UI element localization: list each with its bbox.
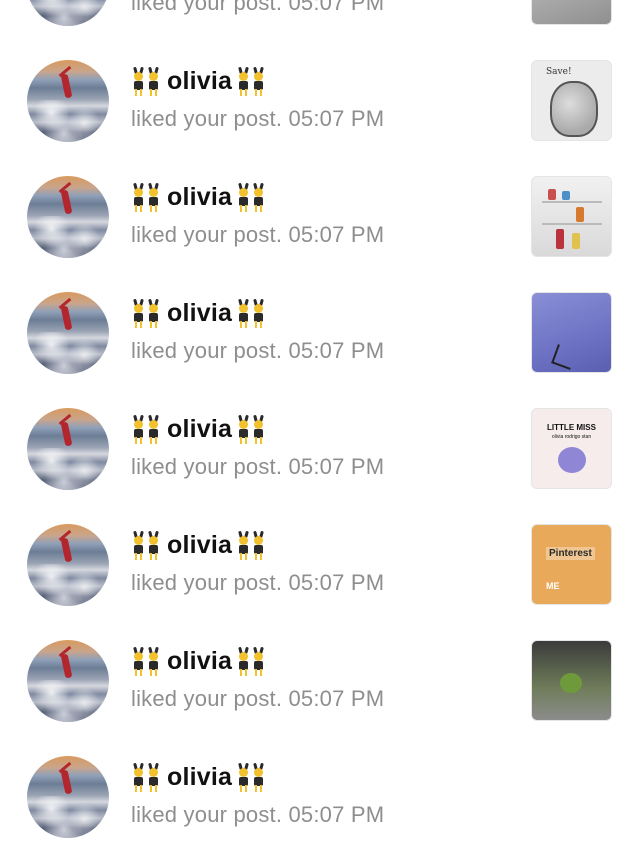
avatar[interactable] <box>27 292 109 374</box>
activity-text: liked your post. 05:07 PM <box>131 338 385 363</box>
thumbnail-text: Pinterest <box>546 547 595 560</box>
notification-row[interactable]: olivia liked your post. 05:07 PM <box>0 138 640 258</box>
avatar[interactable] <box>27 176 109 258</box>
avatar[interactable] <box>27 524 109 606</box>
post-thumbnail[interactable] <box>531 292 612 373</box>
username-line: olivia <box>131 410 268 448</box>
avatar[interactable] <box>27 640 109 722</box>
username[interactable]: olivia <box>165 647 234 676</box>
username-line: olivia <box>131 758 268 796</box>
username[interactable]: olivia <box>165 415 234 444</box>
activity-text: liked your post. 05:07 PM <box>131 686 385 711</box>
username[interactable]: olivia <box>165 299 234 328</box>
dancers-icon <box>236 66 268 96</box>
thumbnail-subtext: olivia rodrigo stan <box>551 434 592 440</box>
activity-text: liked your post. 05:07 PM <box>131 222 385 247</box>
post-thumbnail[interactable]: Save! <box>531 60 612 141</box>
notification-row[interactable]: olivia liked your post. 05:07 PM <box>0 254 640 374</box>
username[interactable]: olivia <box>165 763 234 792</box>
notification-row[interactable]: olivia liked your post. 05:07 PM Pintere… <box>0 486 640 606</box>
avatar[interactable] <box>27 408 109 490</box>
activity-text: liked your post. 05:07 PM <box>131 454 385 479</box>
dancers-icon <box>131 414 163 444</box>
username-line: olivia <box>131 642 268 680</box>
username-line: olivia <box>131 526 268 564</box>
dancers-icon <box>236 182 268 212</box>
username[interactable]: olivia <box>165 531 234 560</box>
little-miss-character <box>558 447 586 473</box>
avatar[interactable] <box>27 756 109 838</box>
post-thumbnail[interactable] <box>531 640 612 721</box>
dancers-icon <box>236 762 268 792</box>
username-line: olivia <box>131 178 268 216</box>
avatar[interactable] <box>27 60 109 142</box>
notification-row[interactable]: olivia liked your post. 05:07 PM <box>0 602 640 722</box>
sketch-face <box>550 81 598 137</box>
dancers-icon <box>236 414 268 444</box>
activity-text: liked your post. 05:07 PM <box>131 0 385 15</box>
post-thumbnail[interactable]: Pinterest ME <box>531 524 612 605</box>
dancers-icon <box>131 530 163 560</box>
dancers-icon <box>236 530 268 560</box>
username[interactable]: olivia <box>165 183 234 212</box>
post-thumbnail[interactable]: LITTLE MISS olivia rodrigo stan <box>531 408 612 489</box>
dancers-icon <box>131 182 163 212</box>
username-line: olivia <box>131 294 268 332</box>
thumbnail-text: LITTLE MISS <box>547 423 596 432</box>
activity-text: liked your post. 05:07 PM <box>131 570 385 595</box>
notification-row[interactable]: olivia liked your post. 05:07 PM <box>0 0 640 26</box>
activity-text: liked your post. 05:07 PM <box>131 802 385 827</box>
notification-row[interactable]: olivia liked your post. 05:07 PM LITTLE … <box>0 370 640 490</box>
notification-row[interactable]: olivia liked your post. 05:07 PM Save! <box>0 22 640 142</box>
dancers-icon <box>236 646 268 676</box>
post-thumbnail[interactable] <box>531 176 612 257</box>
dancers-icon <box>131 762 163 792</box>
username[interactable]: olivia <box>165 67 234 96</box>
legs-drawing <box>551 344 577 370</box>
username-line: olivia <box>131 62 268 100</box>
notification-list: olivia liked your post. 05:07 PM olivia … <box>0 0 640 838</box>
activity-text: liked your post. 05:07 PM <box>131 106 385 131</box>
dancers-icon <box>236 298 268 328</box>
dancers-icon <box>131 66 163 96</box>
thumbnail-subtext: ME <box>546 581 560 591</box>
thumbnail-text: Save! <box>546 67 572 77</box>
notification-row[interactable]: olivia liked your post. 05:07 PM <box>0 718 640 838</box>
meme-character <box>560 673 582 693</box>
dancers-icon <box>131 646 163 676</box>
dancers-icon <box>131 298 163 328</box>
